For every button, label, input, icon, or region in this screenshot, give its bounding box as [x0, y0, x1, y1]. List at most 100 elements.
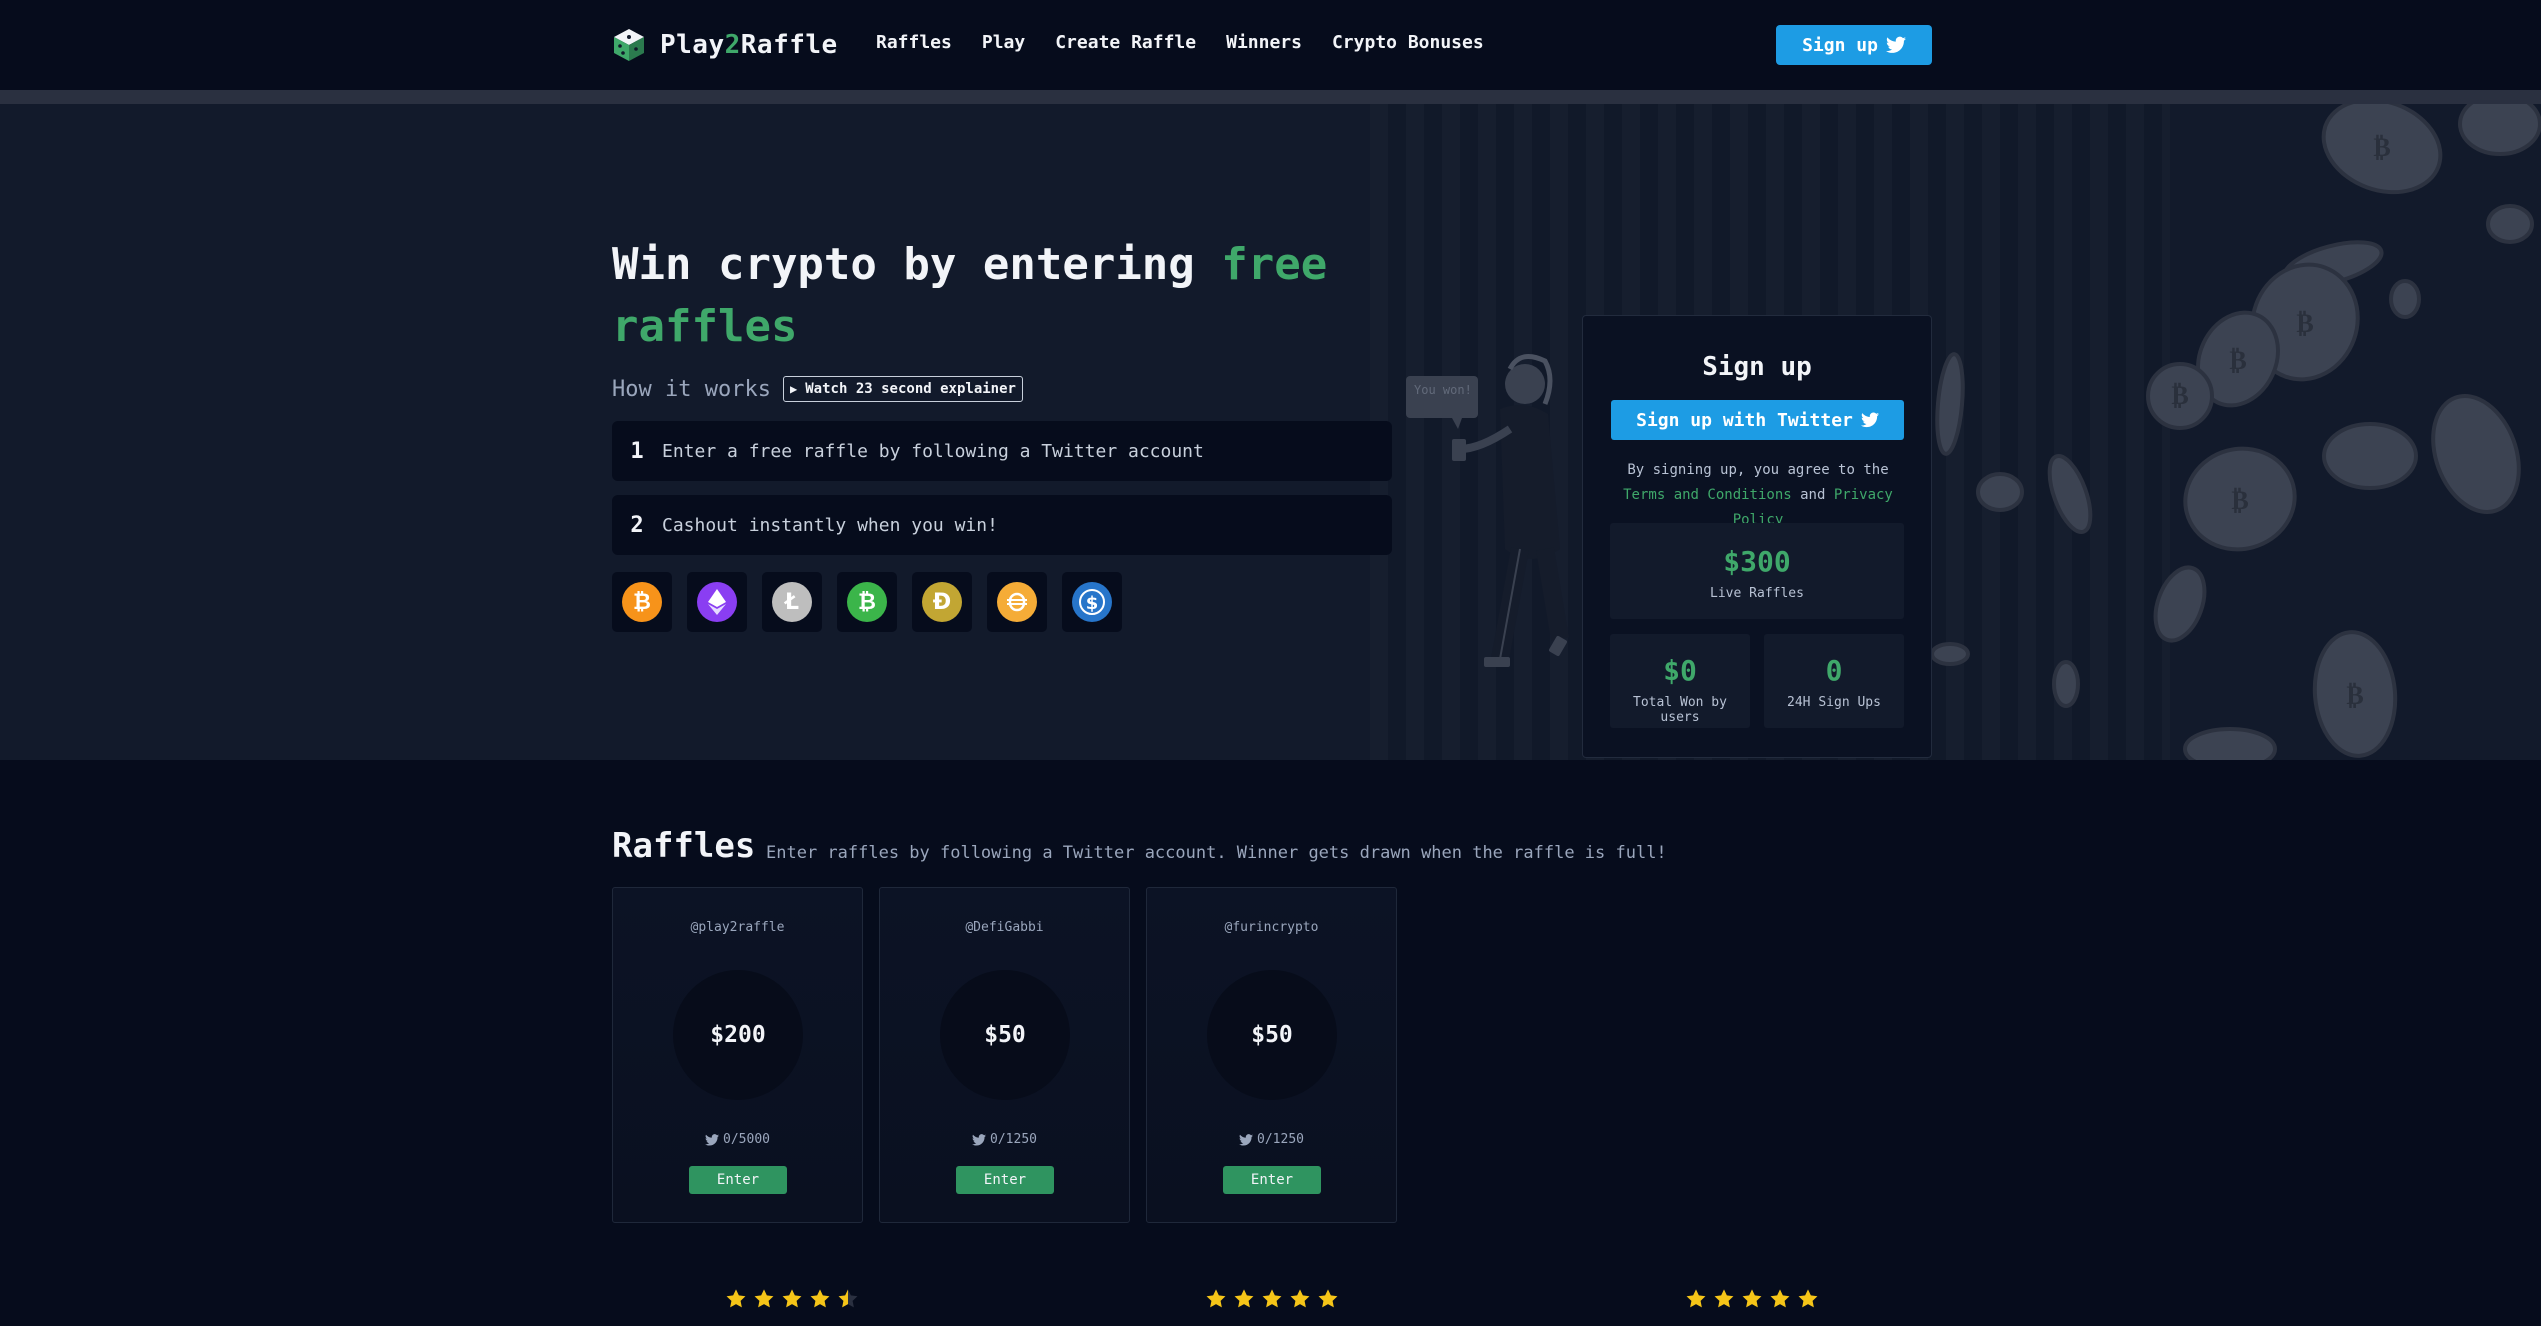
- raffle-enter-button[interactable]: Enter: [956, 1166, 1054, 1194]
- review-rating: [1205, 1288, 1339, 1310]
- star-icon: [726, 1289, 746, 1308]
- star-icon: [1742, 1289, 1762, 1308]
- top-navbar: Play2Raffle Raffles Play Create Raffle W…: [0, 0, 2541, 90]
- star-icon: [754, 1289, 774, 1308]
- stat-label: Live Raffles: [1710, 586, 1804, 601]
- dice-logo-icon: [614, 29, 644, 61]
- raffle-amount: $50: [1207, 970, 1337, 1100]
- svg-text:₿: ₿: [2346, 681, 2363, 711]
- review-rating: [725, 1288, 859, 1310]
- nav-link-winners[interactable]: Winners: [1226, 32, 1302, 53]
- twitter-icon: [1860, 412, 1879, 428]
- signup-button-label: Sign up: [1802, 34, 1878, 56]
- star-icon: [1206, 1289, 1226, 1308]
- stat-signups: 0 24H Sign Ups: [1764, 634, 1904, 728]
- raffles-heading: Raffles: [612, 826, 756, 866]
- star-icon: [1714, 1289, 1734, 1308]
- raffle-entry-count: 0/1250: [1257, 1132, 1304, 1147]
- raffle-card[interactable]: @furincrypto $50 0/1250 Enter: [1146, 887, 1397, 1223]
- raffle-amount: $50: [940, 970, 1070, 1100]
- dai-icon: [997, 582, 1037, 622]
- stat-value: $300: [1723, 545, 1791, 578]
- coin-tile-dogecoin[interactable]: Ð: [912, 572, 972, 632]
- stat-value: 0: [1825, 654, 1843, 687]
- coin-tile-dai[interactable]: [987, 572, 1047, 632]
- raffles-subtitle: Enter raffles by following a Twitter acc…: [766, 843, 1667, 863]
- raffle-entries: 0/1250: [880, 1132, 1129, 1147]
- raffle-handle[interactable]: @play2raffle: [613, 920, 862, 935]
- coin-tile-litecoin[interactable]: Ł: [762, 572, 822, 632]
- step-text: Cashout instantly when you win!: [662, 514, 998, 536]
- stat-label: Total Won by users: [1633, 695, 1727, 725]
- twitter-icon: [1239, 1133, 1254, 1146]
- nav-divider: [0, 90, 2541, 104]
- logo[interactable]: Play2Raffle: [610, 26, 838, 64]
- star-icon: [1318, 1289, 1338, 1308]
- watch-explainer-label: Watch 23 second explainer: [805, 381, 1016, 397]
- raffle-entries: 0/5000: [613, 1132, 862, 1147]
- signup-with-twitter-button[interactable]: Sign up with Twitter: [1611, 400, 1904, 440]
- svg-text:₿: ₿: [2231, 486, 2248, 516]
- nav-link-raffles[interactable]: Raffles: [876, 32, 952, 53]
- star-icon: [810, 1289, 830, 1308]
- star-icon: [1770, 1289, 1790, 1308]
- nav-link-play[interactable]: Play: [982, 32, 1025, 53]
- raffle-entry-count: 0/1250: [990, 1132, 1037, 1147]
- twitter-icon: [972, 1133, 987, 1146]
- ethereum-icon: [697, 582, 737, 622]
- svg-text:You won!: You won!: [1414, 383, 1472, 397]
- hero-section: ₿ ₿ ₿ ₿ ₿ ₿ Win crypto by entering free raff…: [0, 104, 2541, 760]
- person-illustration: You won!: [1406, 354, 1569, 667]
- play-icon: ▶: [790, 382, 798, 396]
- coin-tile-bitcoin-cash[interactable]: ₿: [837, 572, 897, 632]
- nav-link-crypto-bonuses[interactable]: Crypto Bonuses: [1332, 32, 1484, 53]
- nav-link-create-raffle[interactable]: Create Raffle: [1055, 32, 1196, 53]
- dogecoin-icon: Ð: [922, 582, 962, 622]
- supported-coins: ₿ Ł ₿ Ð $: [612, 572, 1122, 632]
- stat-label: 24H Sign Ups: [1787, 695, 1881, 710]
- how-it-works-label: How it works: [612, 377, 771, 402]
- raffle-handle[interactable]: @DefiGabbi: [880, 920, 1129, 935]
- star-icon: [1234, 1289, 1254, 1308]
- coin-tile-bitcoin[interactable]: ₿: [612, 572, 672, 632]
- step-1: 1 Enter a free raffle by following a Twi…: [612, 421, 1392, 481]
- signup-title: Sign up: [1702, 352, 1812, 382]
- coin-tile-usdc[interactable]: $: [1062, 572, 1122, 632]
- twitter-icon: [705, 1133, 720, 1146]
- nav-links: Raffles Play Create Raffle Winners Crypt…: [876, 32, 1484, 53]
- raffle-card[interactable]: @DefiGabbi $50 0/1250 Enter: [879, 887, 1130, 1223]
- terms-link[interactable]: Terms and Conditions: [1623, 487, 1792, 503]
- terms-notice: By signing up, you agree to the Terms an…: [1623, 462, 1893, 528]
- star-icon: [838, 1289, 858, 1308]
- raffle-enter-button[interactable]: Enter: [689, 1166, 787, 1194]
- raffle-entry-count: 0/5000: [723, 1132, 770, 1147]
- star-icon: [1290, 1289, 1310, 1308]
- stat-value: $0: [1663, 654, 1697, 687]
- star-icon: [1686, 1289, 1706, 1308]
- bitcoin-icon: ₿: [622, 582, 662, 622]
- svg-text:₿: ₿: [2171, 381, 2188, 411]
- signup-with-twitter-label: Sign up with Twitter: [1636, 409, 1853, 431]
- star-icon: [1262, 1289, 1282, 1308]
- step-number: 2: [630, 512, 644, 538]
- signup-card: Sign up Sign up with Twitter By signing …: [1582, 315, 1932, 758]
- star-icon: [1798, 1289, 1818, 1308]
- step-number: 1: [630, 438, 644, 464]
- raffle-enter-button[interactable]: Enter: [1223, 1166, 1321, 1194]
- step-text: Enter a free raffle by following a Twitt…: [662, 440, 1204, 462]
- raffle-amount: $200: [673, 970, 803, 1100]
- watch-explainer-button[interactable]: ▶ Watch 23 second explainer: [783, 376, 1023, 402]
- coin-tile-ethereum[interactable]: [687, 572, 747, 632]
- falling-coins-decoration: ₿ ₿ ₿ ₿ ₿ ₿: [1930, 104, 2541, 760]
- bitcoin-cash-icon: ₿: [847, 582, 887, 622]
- twitter-icon: [1885, 36, 1906, 53]
- hero-title: Win crypto by entering free raffles: [612, 239, 1328, 352]
- signup-button[interactable]: Sign up: [1776, 25, 1932, 65]
- stat-live-raffles: $300 Live Raffles: [1610, 523, 1904, 619]
- stat-total-won: $0 Total Won by users: [1610, 634, 1750, 728]
- svg-text:₿: ₿: [2373, 133, 2390, 163]
- raffle-card[interactable]: @play2raffle $200 0/5000 Enter: [612, 887, 863, 1223]
- svg-text:₿: ₿: [2296, 309, 2313, 339]
- raffle-handle[interactable]: @furincrypto: [1147, 920, 1396, 935]
- svg-text:₿: ₿: [2229, 346, 2246, 376]
